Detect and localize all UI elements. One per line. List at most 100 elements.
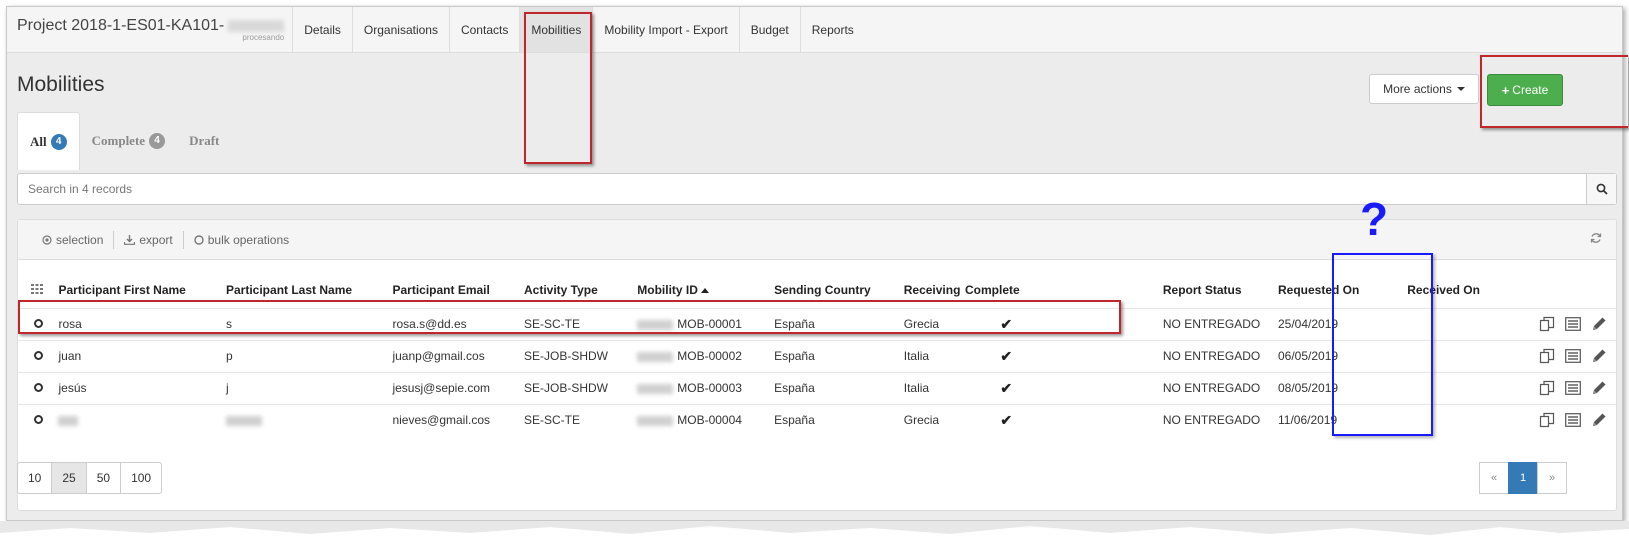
redacted-first-name <box>58 416 79 427</box>
list-details-icon[interactable] <box>1564 379 1582 397</box>
tab-mobility-import-export[interactable]: Mobility Import - Export <box>593 7 740 52</box>
question-mark-annotation: ? <box>1360 193 1389 245</box>
row-select-radio[interactable] <box>34 415 43 425</box>
cell-last-name: p <box>226 339 393 372</box>
checkmark-icon: ✔ <box>1000 411 1013 428</box>
redacted-project-id <box>228 19 285 32</box>
selection-button[interactable]: selection <box>32 233 113 247</box>
cell-first-name: jesús <box>58 371 226 404</box>
project-status: procesando <box>242 33 285 42</box>
page-size-selector: 10 25 50 100 <box>17 462 163 494</box>
cell-receiving: Italia <box>903 339 965 372</box>
next-page-button[interactable]: » <box>1537 462 1567 494</box>
more-actions-label: More actions <box>1383 82 1452 96</box>
cell-complete: ✔ <box>964 371 1048 404</box>
list-details-icon[interactable] <box>1564 315 1582 333</box>
annotation-box-create-button <box>1480 55 1628 128</box>
cell-sending-country: España <box>774 339 904 372</box>
page-size-50[interactable]: 50 <box>85 462 122 494</box>
cell-report-status: NO ENTREGADO <box>1162 403 1278 436</box>
copy-icon[interactable] <box>1538 411 1556 429</box>
row-actions <box>1538 403 1618 436</box>
grid-icon <box>31 283 43 294</box>
redacted-id-prefix <box>637 351 674 362</box>
cell-mobility-id: MOB-00004 <box>637 403 775 436</box>
cell-report-status: NO ENTREGADO <box>1162 371 1278 404</box>
redacted-id-prefix <box>637 383 674 394</box>
tab-contacts[interactable]: Contacts <box>450 7 521 52</box>
page-size-25[interactable]: 25 <box>51 462 87 494</box>
cell-report-status: NO ENTREGADO <box>1162 339 1278 372</box>
cell-report-status: NO ENTREGADO <box>1162 307 1278 340</box>
cell-last-name: j <box>226 371 393 404</box>
pencil-edit-icon[interactable] <box>1590 347 1608 365</box>
tab-reports[interactable]: Reports <box>801 7 865 52</box>
tab-all[interactable]: All 4 <box>17 112 80 170</box>
annotation-box-received-on <box>1332 253 1433 436</box>
pencil-edit-icon[interactable] <box>1590 411 1608 429</box>
search-icon <box>1596 183 1608 195</box>
search-button[interactable] <box>1586 174 1616 204</box>
project-title: Project 2018-1-ES01-KA101- <box>17 17 225 34</box>
annotation-box-first-row <box>18 300 1121 334</box>
export-button[interactable]: export <box>114 233 182 247</box>
cell-email: jesusj@sepie.com <box>392 371 524 404</box>
row-actions <box>1538 371 1618 404</box>
count-badge: 4 <box>50 133 67 150</box>
search-input[interactable] <box>18 174 1586 204</box>
page-size-10[interactable]: 10 <box>17 462 53 494</box>
list-details-icon[interactable] <box>1564 411 1582 429</box>
page-size-100[interactable]: 100 <box>120 462 163 494</box>
tab-details[interactable]: Details <box>293 7 353 52</box>
refresh-icon <box>1590 233 1602 243</box>
cell-complete: ✔ <box>964 403 1048 436</box>
record-filter-tabs: All 4 Complete 4 Draft <box>17 112 231 170</box>
checkmark-icon: ✔ <box>1000 379 1013 396</box>
cell-email: nieves@gmail.cos <box>392 403 524 436</box>
cell-sending-country: España <box>774 403 904 436</box>
pagination: « 1 » <box>1479 462 1567 494</box>
sort-ascending-icon <box>700 288 709 294</box>
copy-icon[interactable] <box>1538 315 1556 333</box>
row-select-radio[interactable] <box>34 351 43 360</box>
cell-mobility-id: MOB-00002 <box>637 339 775 372</box>
project-header: Project 2018-1-ES01-KA101- procesando <box>7 7 294 52</box>
cell-receiving: Italia <box>903 371 965 404</box>
tab-draft[interactable]: Draft <box>177 112 231 170</box>
circle-icon <box>194 234 204 245</box>
top-navigation: Project 2018-1-ES01-KA101- procesando De… <box>7 7 1622 53</box>
row-select-radio[interactable] <box>34 383 43 392</box>
copy-icon[interactable] <box>1538 347 1556 365</box>
cell-complete: ✔ <box>964 339 1048 372</box>
cell-sending-country: España <box>774 371 904 404</box>
tab-budget[interactable]: Budget <box>740 7 801 52</box>
count-badge: 4 <box>149 133 166 149</box>
cell-activity-type: SE-JOB-SHDW <box>523 371 638 404</box>
download-icon <box>124 234 136 245</box>
copy-icon[interactable] <box>1538 379 1556 397</box>
pencil-edit-icon[interactable] <box>1590 315 1608 333</box>
target-icon <box>42 234 52 245</box>
cell-last-name <box>226 403 393 436</box>
torn-paper-edge <box>0 521 1629 535</box>
cell-activity-type: SE-SC-TE <box>523 403 638 436</box>
tab-complete[interactable]: Complete 4 <box>80 112 177 170</box>
pencil-edit-icon[interactable] <box>1590 379 1608 397</box>
more-actions-button[interactable]: More actions <box>1369 74 1479 104</box>
annotation-box-mobilities-tab <box>524 12 592 164</box>
cell-first-name: juan <box>58 339 226 372</box>
caret-down-icon <box>1456 87 1465 91</box>
redacted-id-prefix <box>637 416 674 427</box>
cell-email: juanp@gmail.cos <box>392 339 524 372</box>
row-actions <box>1538 307 1618 340</box>
bulk-operations-button[interactable]: bulk operations <box>184 233 299 247</box>
prev-page-button[interactable]: « <box>1479 462 1509 494</box>
refresh-button[interactable] <box>1590 232 1602 247</box>
column-report-status[interactable]: Report Status <box>1163 272 1278 308</box>
list-details-icon[interactable] <box>1564 347 1582 365</box>
checkmark-icon: ✔ <box>1000 347 1013 364</box>
page-1-button[interactable]: 1 <box>1508 462 1538 494</box>
cell-mobility-id: MOB-00003 <box>637 371 775 404</box>
tab-organisations[interactable]: Organisations <box>353 7 450 52</box>
row-actions <box>1538 339 1618 372</box>
